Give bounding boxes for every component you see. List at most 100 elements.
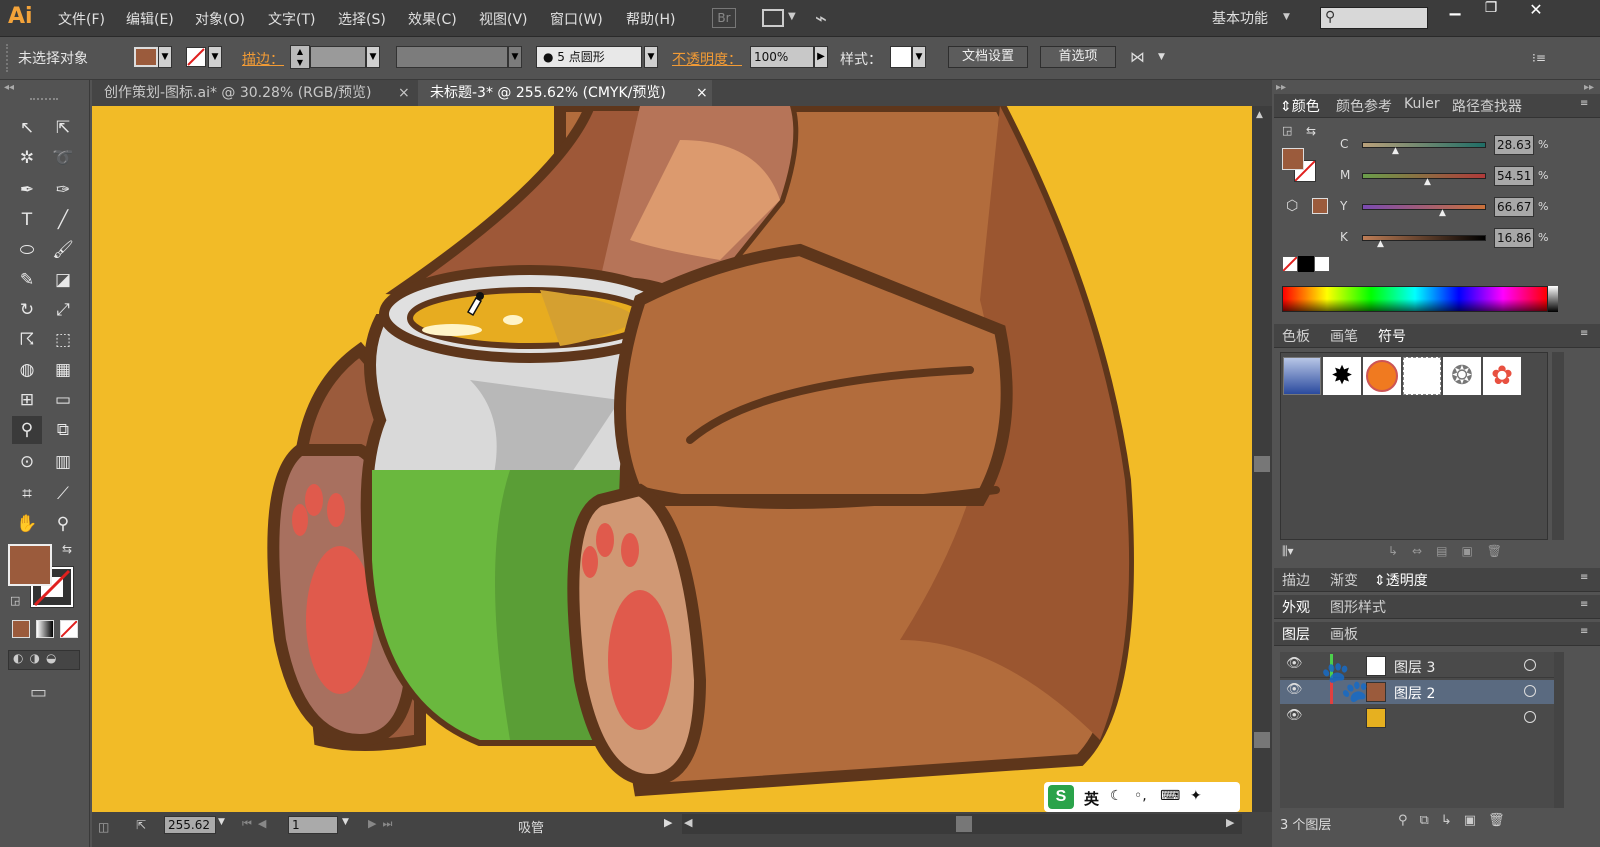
expand-icon[interactable]: ▸▸ [1276, 82, 1286, 93]
artboard-next-buttons[interactable]: ▶⏭ [368, 817, 398, 831]
tab-color[interactable]: ⇕颜色 [1280, 96, 1320, 116]
search-input[interactable]: ⚲ [1320, 7, 1428, 29]
chevron-down-icon[interactable]: ▼ [1158, 52, 1165, 62]
artboard-canvas[interactable]: S 英 ☾ ◦, ⌨ ✦ [92, 106, 1252, 812]
default-colors-icon[interactable]: ◲ [10, 594, 20, 607]
gpu-performance-icon[interactable]: ⌁ [815, 6, 827, 30]
target-circle-icon[interactable] [1524, 685, 1536, 697]
target-circle-icon[interactable] [1524, 711, 1536, 723]
menu-select[interactable]: 选择(S) [338, 9, 386, 29]
opacity-field[interactable]: 100% [750, 46, 814, 68]
chevron-down-icon[interactable]: ▼ [644, 46, 658, 68]
tab-symbols[interactable]: 符号 [1378, 326, 1406, 346]
chevron-down-icon[interactable]: ▼ [218, 817, 225, 827]
symbol-actions[interactable]: ↳⇔▤▣🗑 [1388, 544, 1516, 558]
type-tool-icon[interactable]: T [12, 206, 42, 234]
ime-language-label[interactable]: 英 [1084, 788, 1099, 809]
slider-thumb[interactable]: ▲ [1439, 208, 1446, 218]
slider-thumb[interactable]: ▲ [1392, 146, 1399, 156]
eye-icon[interactable]: 👁 [1286, 656, 1303, 671]
arrange-documents-icon[interactable] [762, 9, 784, 27]
chevron-down-icon[interactable]: ▼ [1283, 12, 1290, 22]
tab-kuler[interactable]: Kuler [1404, 96, 1440, 112]
chevron-down-icon[interactable]: ▼ [912, 46, 926, 68]
chevron-down-icon[interactable]: ▼ [788, 11, 796, 22]
gradient-mode-button[interactable] [36, 620, 54, 638]
minimize-button[interactable]: ▁ [1440, 0, 1470, 20]
tab-transparency[interactable]: ⇕透明度 [1374, 570, 1428, 590]
symbol-ring[interactable]: ❂ [1443, 357, 1481, 395]
channel-slider[interactable] [1362, 204, 1486, 210]
chevron-down-icon[interactable]: ▼ [342, 817, 349, 827]
menu-effect[interactable]: 效果(C) [408, 9, 457, 29]
zoom-field[interactable]: 255.62 [164, 816, 216, 834]
symbol-flower[interactable]: ✿ [1483, 357, 1521, 395]
panel-menu-icon[interactable]: ⁝≡ [1532, 51, 1546, 65]
close-tab-icon[interactable]: × [398, 80, 410, 106]
panel-menu-icon[interactable]: ≡ [1580, 599, 1588, 610]
settings-icon[interactable]: ✦ [1190, 788, 1202, 804]
tab-gradient[interactable]: 渐变 [1330, 570, 1358, 590]
moon-icon[interactable]: ☾ [1110, 788, 1123, 804]
color-spectrum[interactable] [1282, 286, 1548, 312]
bridge-button[interactable]: Br [712, 8, 736, 28]
layers-scrollbar[interactable] [1554, 652, 1564, 808]
stroke-weight-field[interactable] [310, 46, 366, 68]
swap-fill-stroke-icon[interactable]: ⇆ [62, 542, 72, 556]
panel-menu-icon[interactable]: ≡ [1580, 572, 1588, 583]
collapse-icon[interactable]: ◂◂ [4, 82, 14, 93]
opacity-label[interactable]: 不透明度： [672, 49, 742, 69]
white-swatch[interactable] [1314, 256, 1330, 272]
ime-toolbar[interactable]: S 英 ☾ ◦, ⌨ ✦ [1044, 782, 1240, 812]
eraser-tool-icon[interactable]: ◪ [48, 266, 78, 294]
close-button[interactable]: ✕ [1512, 0, 1560, 20]
menu-edit[interactable]: 编辑(E) [126, 9, 174, 29]
tab-layers[interactable]: 图层 [1282, 624, 1310, 644]
chevron-down-icon[interactable]: ▼ [508, 46, 522, 68]
artboard-prev-buttons[interactable]: ⏮◀ [242, 817, 272, 831]
menu-help[interactable]: 帮助(H) [626, 9, 675, 29]
menu-type[interactable]: 文字(T) [268, 9, 315, 29]
preferences-button[interactable]: 首选项 [1040, 46, 1116, 68]
close-tab-icon[interactable]: × [696, 80, 708, 106]
tab-graphic-styles[interactable]: 图形样式 [1330, 597, 1386, 617]
slider-thumb[interactable]: ▲ [1424, 177, 1431, 187]
shape-builder-tool-icon[interactable]: ◍ [12, 356, 42, 384]
tab-untitled-3[interactable]: 未标题-3* @ 255.62% (CMYK/预览) × [418, 80, 712, 106]
artboard-tool-icon[interactable]: ⌗ [12, 480, 42, 508]
target-circle-icon[interactable] [1524, 659, 1536, 671]
direct-selection-tool-icon[interactable]: ⇱ [48, 114, 78, 142]
symbol-orange-button[interactable] [1363, 357, 1401, 395]
gradient-tool-icon[interactable]: ▭ [48, 386, 78, 414]
layer-actions[interactable]: ⚲⧉↳▣🗑 [1398, 813, 1516, 828]
brush-definition-field[interactable]: ● 5 点圆形 [536, 46, 642, 68]
symbol-splat[interactable]: ✸ [1323, 357, 1361, 395]
chevron-down-icon[interactable]: ▼ [366, 46, 380, 68]
stroke-none-swatch[interactable] [186, 47, 206, 67]
vertical-scrollbar[interactable]: ▲ [1252, 106, 1272, 812]
graphic-style-swatch[interactable] [890, 46, 912, 68]
slider-thumb[interactable]: ▲ [1377, 239, 1384, 249]
tab-stroke[interactable]: 描边 [1282, 570, 1310, 590]
scroll-up-icon[interactable]: ▲ [1256, 110, 1263, 120]
channel-value-field[interactable]: 16.86 [1494, 228, 1534, 248]
tone-ramp[interactable] [1548, 286, 1558, 312]
stroke-weight-stepper[interactable]: ▲ ▼ [290, 45, 310, 69]
fill-color-swatch[interactable] [134, 47, 158, 67]
scroll-left-icon[interactable]: ◀ [684, 816, 692, 829]
symbol-library-icon[interactable]: ⫼▾ [1282, 544, 1294, 559]
draw-mode-buttons[interactable]: ◐◑◒ [8, 650, 80, 670]
channel-value-field[interactable]: 66.67 [1494, 197, 1534, 217]
align-options-icon[interactable]: ⋈ [1130, 48, 1145, 66]
symbol-blue-banner[interactable] [1283, 357, 1321, 395]
workspace-switcher[interactable]: 基本功能 [1212, 8, 1268, 28]
export-icon[interactable]: ⇱ [136, 818, 146, 832]
screen-mode-icon[interactable]: ▭ [30, 682, 47, 703]
tab-artboards[interactable]: 画板 [1330, 624, 1358, 644]
chevron-down-icon[interactable]: ▼ [208, 46, 222, 68]
layer-name[interactable]: 图层 3 [1394, 657, 1435, 677]
color-mode-button[interactable] [12, 620, 30, 638]
status-menu-icon[interactable]: ▶ [664, 816, 672, 829]
variable-width-field[interactable] [396, 46, 508, 68]
artboard-number-field[interactable]: 1 [288, 816, 338, 834]
